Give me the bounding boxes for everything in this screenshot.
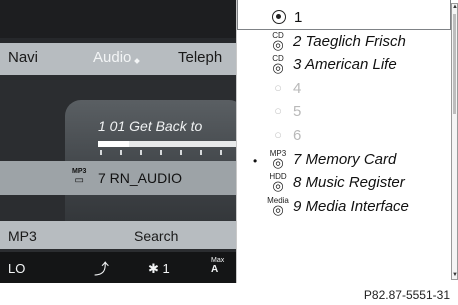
- media-list-item-label: 8 Music Register: [293, 174, 405, 192]
- menu-item-mp3[interactable]: MP3: [8, 228, 37, 244]
- media-list-item-label: 7 Memory Card: [293, 150, 397, 168]
- current-source-label: 7 RN_AUDIO: [98, 170, 183, 186]
- hdd-icon: HDD ◎: [269, 172, 287, 194]
- progress-tick: [120, 150, 122, 155]
- media-list-item-label: 3 American Life: [293, 56, 397, 74]
- active-source-bullet: •: [253, 153, 258, 168]
- list-scrollbar[interactable]: ▲ ▼: [451, 3, 458, 280]
- media-list-item: ○ 4: [237, 77, 451, 100]
- empty-slot-icon: ○: [274, 79, 282, 95]
- media-list-item-label: 9 Media Interface: [293, 197, 409, 215]
- scroll-down-icon[interactable]: ▼: [452, 272, 458, 279]
- temperature-left[interactable]: LO: [8, 261, 25, 276]
- scroll-up-icon[interactable]: ▲: [452, 4, 458, 11]
- radio-selected-icon: [272, 10, 286, 24]
- media-list-item[interactable]: CD ◎ 2 Taeglich Frisch: [237, 30, 451, 53]
- progress-tick: [160, 150, 162, 155]
- scroll-thumb[interactable]: [453, 14, 456, 114]
- memory-card-icon: MP3 ▭: [72, 168, 87, 186]
- media-interface-icon: Media ◎: [267, 195, 289, 217]
- fan-speed[interactable]: ✱ 1: [148, 261, 170, 277]
- media-list-item-label: 4: [293, 79, 302, 97]
- media-list-item: ○ 5: [237, 100, 451, 123]
- media-list-item[interactable]: HDD ◎ 8 Music Register: [237, 171, 451, 194]
- fan-level: 1: [162, 261, 170, 276]
- head-unit-screen: Navi Audio Teleph 1 01 Get Back to MP3 ▭ …: [0, 0, 458, 283]
- nav-item-telephone[interactable]: Teleph: [178, 49, 222, 66]
- media-source-list: 1 CD ◎ 2 Taeglich Frisch CD ◎ 3 American Life ○…: [236, 0, 458, 283]
- progress-tick: [180, 150, 182, 155]
- track-progress-fill: [98, 141, 129, 147]
- fan-icon: ✱: [148, 261, 159, 276]
- media-list-item: ○ 6: [237, 124, 451, 147]
- media-list-item-label: 1: [294, 9, 303, 26]
- progress-tick: [100, 150, 102, 155]
- nav-item-audio[interactable]: Audio: [93, 49, 131, 66]
- progress-tick: [220, 150, 222, 155]
- figure-caption: P82.87-5551-31: [363, 288, 450, 302]
- track-title: 1 01 Get Back to: [98, 118, 203, 134]
- media-list-item[interactable]: 1: [237, 0, 451, 30]
- media-list-item-label: 5: [293, 103, 302, 121]
- progress-tick: [200, 150, 202, 155]
- media-list-item-label: 2 Taeglich Frisch: [293, 32, 406, 50]
- top-strip: [0, 0, 236, 38]
- cd-icon: CD ◎: [272, 54, 284, 76]
- track-progress-bar: [98, 141, 238, 147]
- media-list-item-label: 6: [293, 127, 302, 144]
- cd-icon: CD ◎: [272, 30, 284, 52]
- nav-item-navi[interactable]: Navi: [8, 49, 38, 66]
- media-list-item[interactable]: • MP3 ◎ 7 Memory Card: [237, 148, 451, 171]
- climate-status-bar: [0, 252, 236, 283]
- empty-slot-icon: ○: [274, 127, 282, 142]
- media-list-item[interactable]: CD ◎ 3 American Life: [237, 53, 451, 76]
- progress-tick: [140, 150, 142, 155]
- seat-airflow-icon[interactable]: ⤴: [94, 258, 109, 279]
- empty-slot-icon: ○: [274, 103, 282, 119]
- max-auto-indicator[interactable]: Max A: [211, 256, 224, 275]
- memory-card-icon: MP3 ◎: [269, 148, 287, 170]
- media-list-item[interactable]: Media ◎ 9 Media Interface: [237, 195, 451, 218]
- menu-item-search[interactable]: Search: [134, 228, 178, 244]
